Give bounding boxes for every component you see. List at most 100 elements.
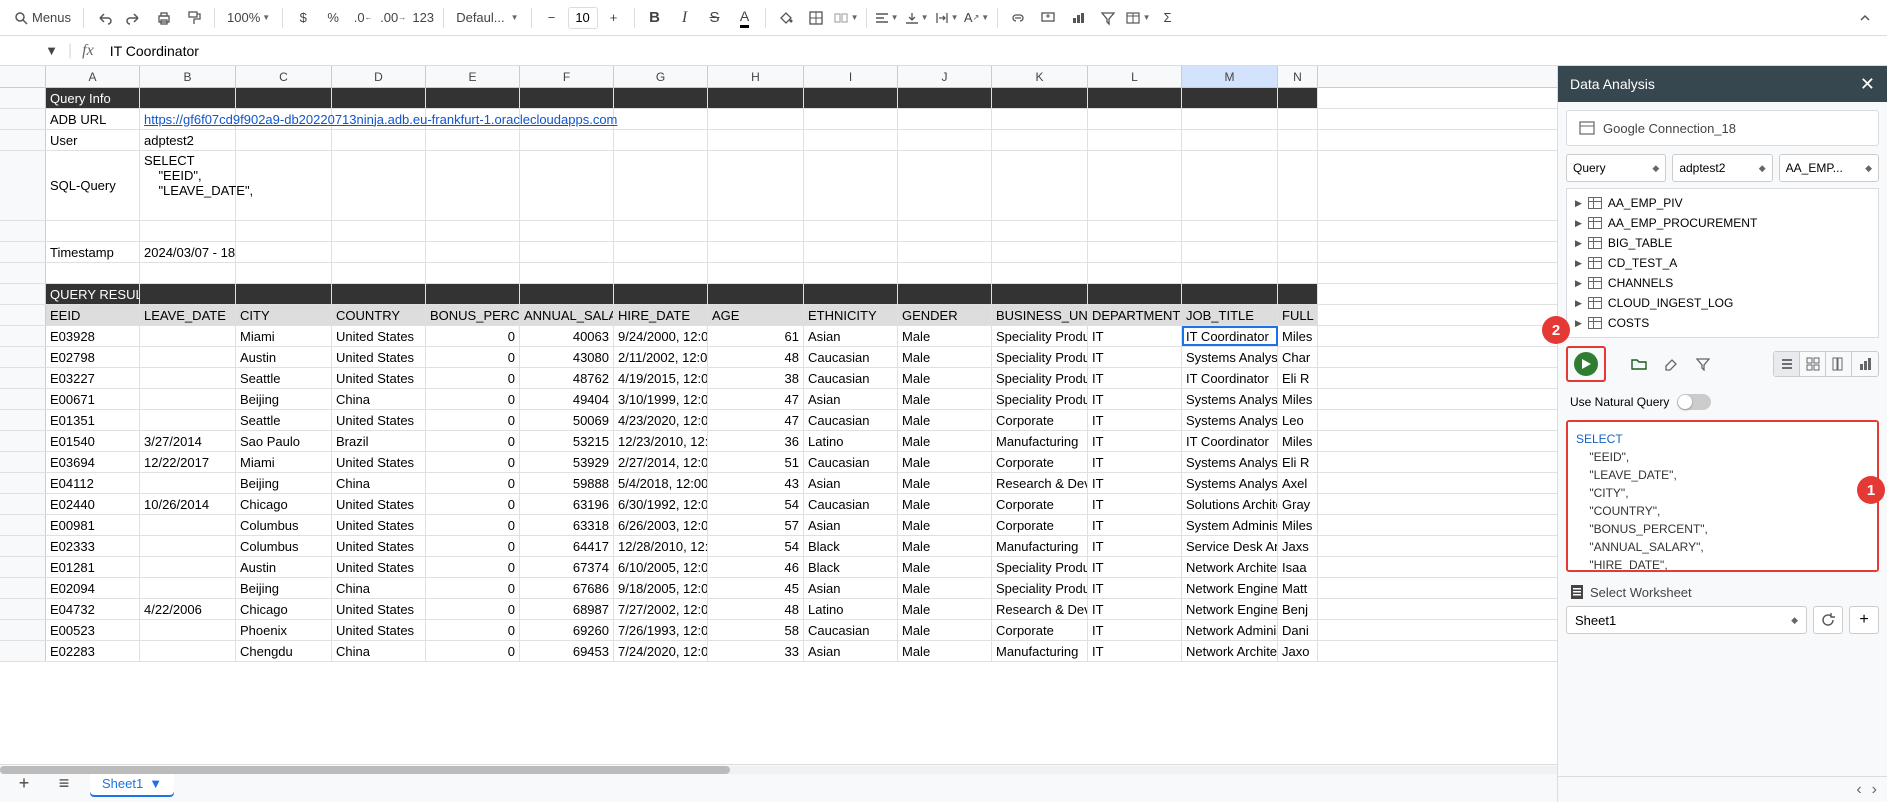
cell[interactable]: IT: [1088, 326, 1182, 346]
cell[interactable]: Male: [898, 452, 992, 472]
column-header-I[interactable]: I: [804, 66, 898, 87]
cell[interactable]: E04112: [46, 473, 140, 493]
column-header-G[interactable]: G: [614, 66, 708, 87]
column-header-C[interactable]: C: [236, 66, 332, 87]
cell[interactable]: [804, 109, 898, 129]
cell[interactable]: 7/24/2020, 12:00: [614, 641, 708, 661]
cell[interactable]: Service Desk An: [1182, 536, 1278, 556]
link-button[interactable]: [1004, 4, 1032, 32]
cell[interactable]: 3/10/1999, 12:00: [614, 389, 708, 409]
cell[interactable]: [332, 221, 426, 241]
cell[interactable]: 51: [708, 452, 804, 472]
row-header[interactable]: [0, 515, 46, 535]
cell[interactable]: 53215: [520, 431, 614, 451]
cell[interactable]: Austin: [236, 557, 332, 577]
cell[interactable]: [708, 263, 804, 283]
cell[interactable]: 46: [708, 557, 804, 577]
column-header-B[interactable]: B: [140, 66, 236, 87]
cell[interactable]: Jaxo: [1278, 641, 1318, 661]
row-header[interactable]: [0, 109, 46, 129]
cell[interactable]: 59888: [520, 473, 614, 493]
cell[interactable]: 47: [708, 389, 804, 409]
cell[interactable]: [140, 536, 236, 556]
cell[interactable]: [804, 130, 898, 150]
cell[interactable]: IT: [1088, 620, 1182, 640]
cell[interactable]: [992, 109, 1088, 129]
cell[interactable]: [614, 263, 708, 283]
cell[interactable]: Columbus: [236, 515, 332, 535]
cell[interactable]: [614, 151, 708, 220]
cell[interactable]: United States: [332, 599, 426, 619]
redo-button[interactable]: [120, 4, 148, 32]
cell[interactable]: Latino: [804, 599, 898, 619]
cell[interactable]: [140, 410, 236, 430]
cell[interactable]: 0: [426, 389, 520, 409]
cell[interactable]: Male: [898, 410, 992, 430]
cell[interactable]: Male: [898, 326, 992, 346]
cell[interactable]: [1088, 88, 1182, 108]
cell[interactable]: Miami: [236, 452, 332, 472]
cell[interactable]: 0: [426, 515, 520, 535]
prev-page-button[interactable]: ‹: [1856, 781, 1861, 799]
cell[interactable]: [332, 130, 426, 150]
cell[interactable]: United States: [332, 515, 426, 535]
cell[interactable]: 2/11/2002, 12:00: [614, 347, 708, 367]
comment-button[interactable]: [1034, 4, 1062, 32]
cell[interactable]: Miles: [1278, 515, 1318, 535]
cell[interactable]: E02283: [46, 641, 140, 661]
cell[interactable]: GENDER: [898, 305, 992, 325]
cell[interactable]: [1278, 263, 1318, 283]
cell[interactable]: [1088, 242, 1182, 262]
cell[interactable]: E04732: [46, 599, 140, 619]
cell[interactable]: Chicago: [236, 599, 332, 619]
cell[interactable]: Male: [898, 536, 992, 556]
cell[interactable]: [332, 263, 426, 283]
cell[interactable]: User: [46, 130, 140, 150]
close-panel-button[interactable]: ✕: [1860, 74, 1875, 95]
cell[interactable]: [898, 263, 992, 283]
cell[interactable]: 6/26/2003, 12:00: [614, 515, 708, 535]
cell[interactable]: E03694: [46, 452, 140, 472]
cell[interactable]: [898, 88, 992, 108]
open-button[interactable]: [1628, 353, 1650, 375]
cell[interactable]: [426, 242, 520, 262]
sheet-tab[interactable]: Sheet1▼: [90, 770, 174, 797]
cell[interactable]: 63318: [520, 515, 614, 535]
cell[interactable]: [1088, 130, 1182, 150]
cell[interactable]: 0: [426, 326, 520, 346]
cell[interactable]: Manufacturing: [992, 536, 1088, 556]
cell[interactable]: Speciality Produ: [992, 326, 1088, 346]
natural-query-toggle[interactable]: [1677, 394, 1711, 410]
cell[interactable]: [804, 263, 898, 283]
cell[interactable]: 67686: [520, 578, 614, 598]
cell[interactable]: 0: [426, 620, 520, 640]
cell[interactable]: [520, 242, 614, 262]
cell[interactable]: [804, 284, 898, 304]
collapse-toolbar-button[interactable]: [1851, 4, 1879, 32]
cell[interactable]: Research & Dev: [992, 599, 1088, 619]
cell[interactable]: [236, 88, 332, 108]
cell[interactable]: Research & Dev: [992, 473, 1088, 493]
refresh-worksheet-button[interactable]: [1813, 606, 1843, 634]
cell[interactable]: Miles: [1278, 326, 1318, 346]
cell[interactable]: 36: [708, 431, 804, 451]
cell[interactable]: 0: [426, 599, 520, 619]
cell[interactable]: [1088, 151, 1182, 220]
cell[interactable]: 12/22/2017: [140, 452, 236, 472]
cell[interactable]: [426, 284, 520, 304]
row-header[interactable]: [0, 473, 46, 493]
cell[interactable]: Solutions Archite: [1182, 494, 1278, 514]
cell[interactable]: Network Architec: [1182, 557, 1278, 577]
cell[interactable]: 69260: [520, 620, 614, 640]
cell[interactable]: [614, 88, 708, 108]
cell[interactable]: HIRE_DATE: [614, 305, 708, 325]
cell[interactable]: United States: [332, 557, 426, 577]
cell[interactable]: [804, 221, 898, 241]
cell[interactable]: Speciality Produ: [992, 368, 1088, 388]
cell[interactable]: [804, 242, 898, 262]
cell[interactable]: Systems Analyst: [1182, 347, 1278, 367]
cell[interactable]: Network Adminis: [1182, 620, 1278, 640]
cell[interactable]: Corporate: [992, 452, 1088, 472]
cell[interactable]: 64417: [520, 536, 614, 556]
row-header[interactable]: [0, 130, 46, 150]
